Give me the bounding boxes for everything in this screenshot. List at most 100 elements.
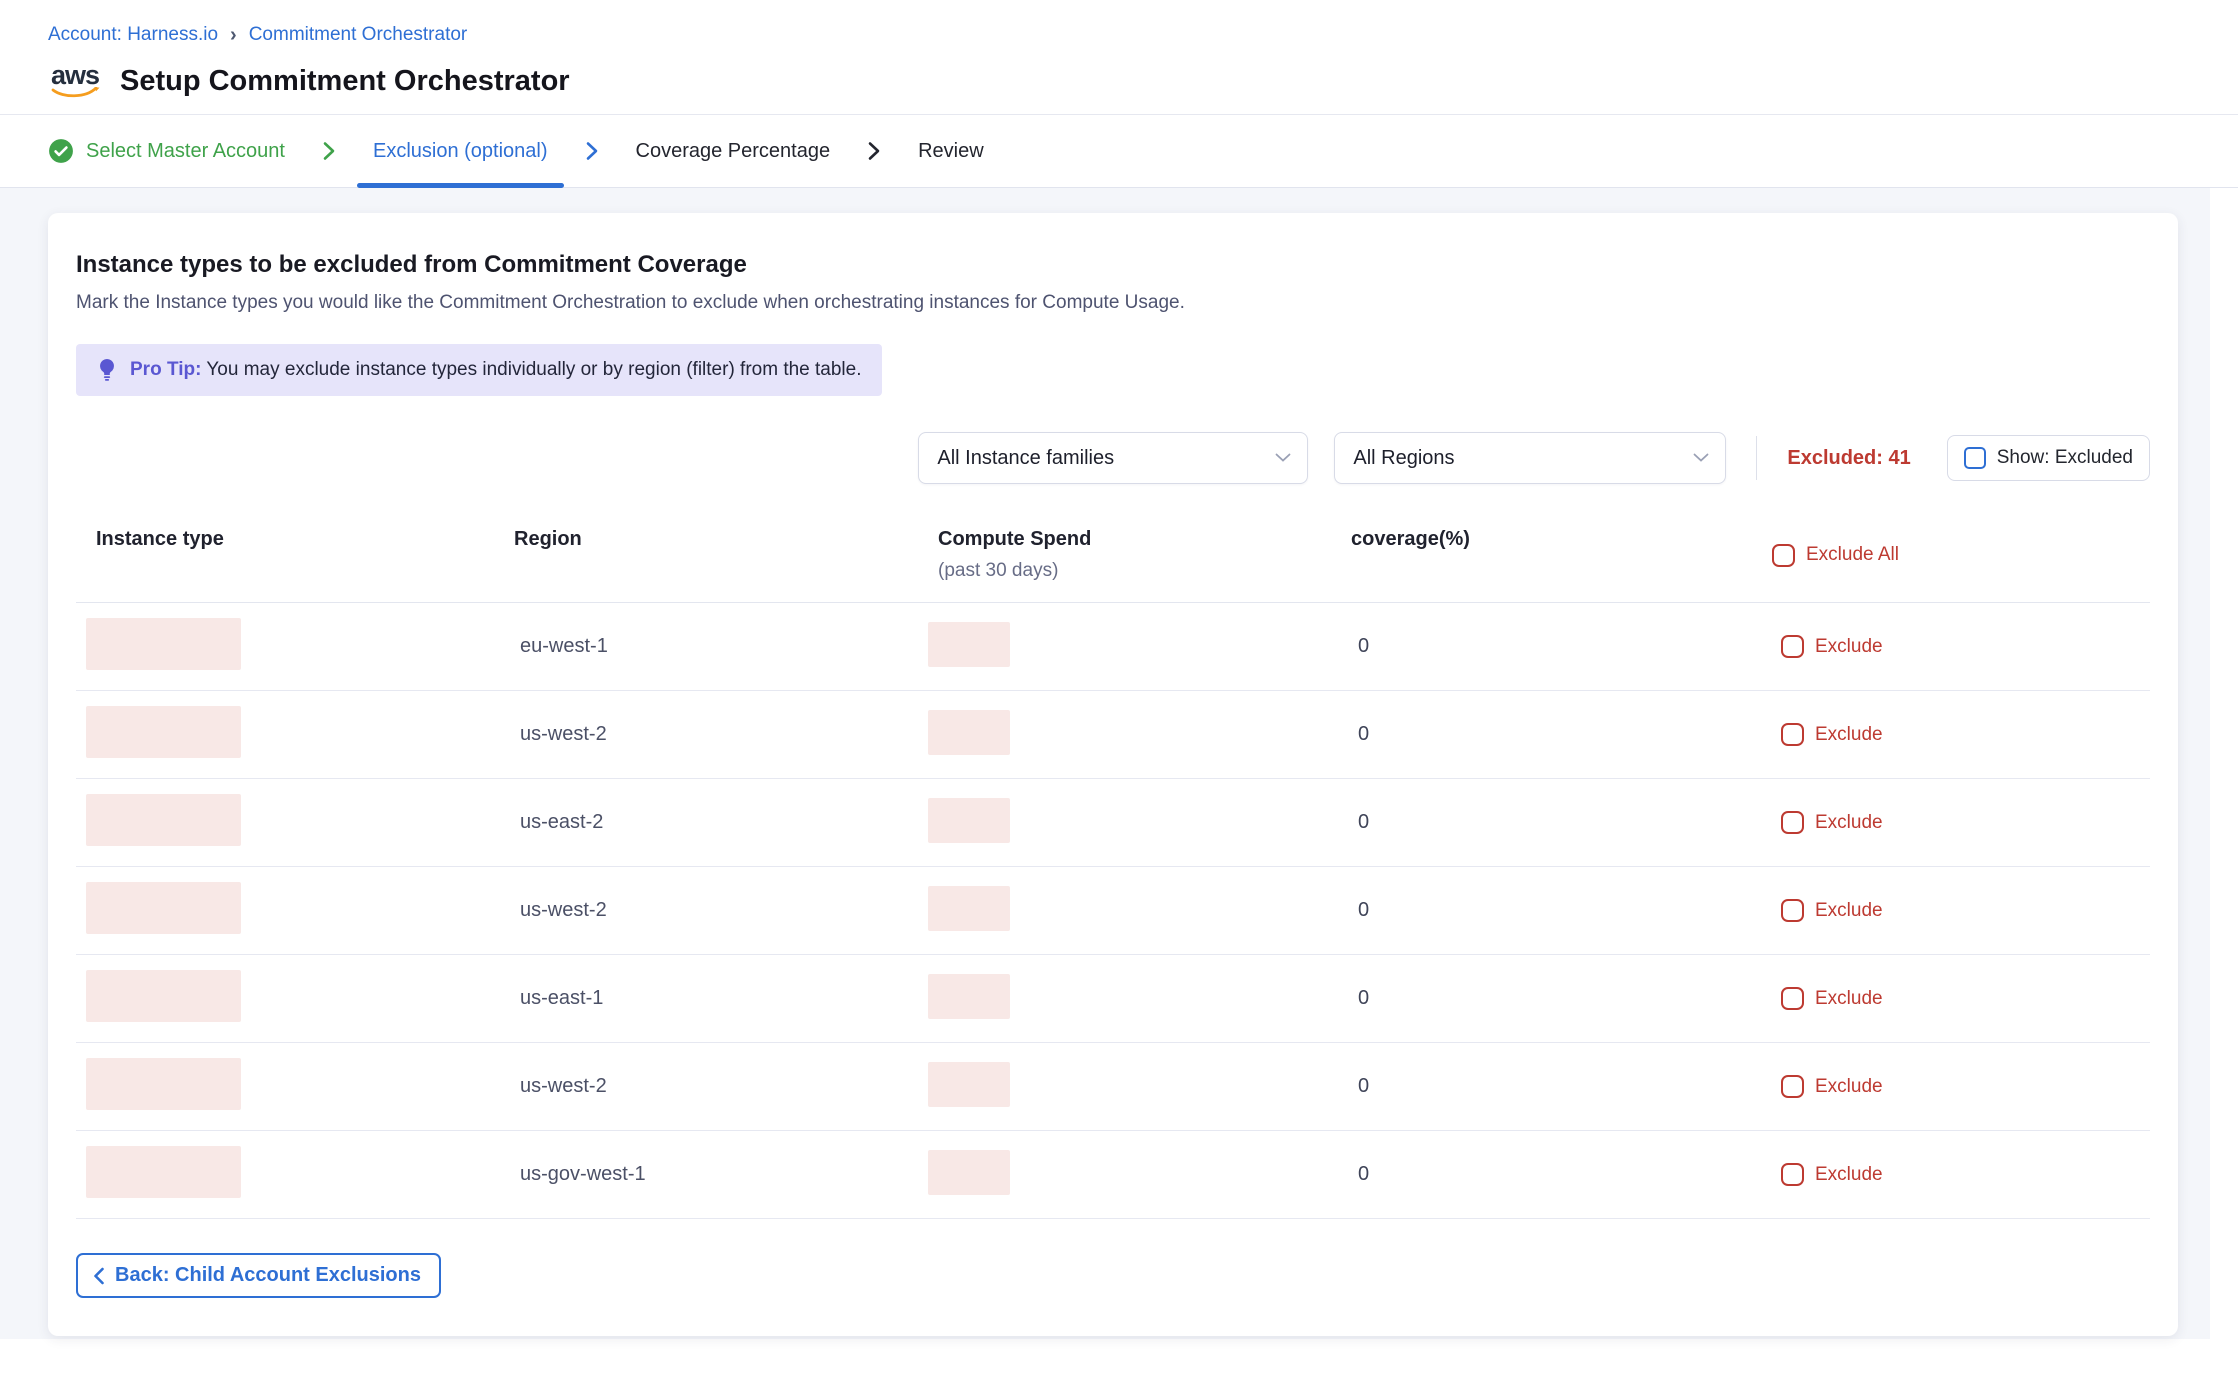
stepper-step[interactable]: Select Master Account — [48, 115, 285, 187]
exclude-checkbox[interactable] — [1781, 723, 1804, 746]
show-excluded-label: Show: Excluded — [1997, 447, 2133, 469]
masked-compute-spend — [928, 798, 1010, 843]
chevron-right-icon — [582, 139, 602, 163]
masked-compute-spend — [928, 886, 1010, 931]
stepper-step[interactable]: Review — [918, 115, 984, 187]
chevron-down-icon — [1693, 453, 1709, 463]
chevron-left-icon — [91, 1266, 106, 1286]
table-header: Instance type Region Compute Spend (past… — [76, 528, 2150, 603]
masked-instance-type — [86, 1146, 241, 1198]
masked-instance-type — [86, 1058, 241, 1110]
card-subheading: Mark the Instance types you would like t… — [76, 292, 2150, 314]
col-compute-spend-sub: (past 30 days) — [938, 560, 1331, 582]
exclude-label[interactable]: Exclude — [1815, 812, 1883, 834]
exclude-checkbox[interactable] — [1781, 987, 1804, 1010]
breadcrumb-account-link[interactable]: Account: Harness.io — [48, 24, 218, 46]
col-exclude-all: Exclude All — [1753, 528, 2150, 582]
table-body: eu-west-1 0 Exclude us-west-2 0 Exclude … — [76, 603, 2150, 1219]
stepper-step-label: Select Master Account — [86, 140, 285, 163]
table-row: us-gov-west-1 0 Exclude — [76, 1131, 2150, 1219]
regions-select[interactable]: All Regions — [1334, 432, 1726, 484]
exclude-checkbox[interactable] — [1781, 811, 1804, 834]
masked-compute-spend — [928, 974, 1010, 1019]
stepper-step-label: Coverage Percentage — [636, 140, 831, 163]
col-region: Region — [494, 528, 918, 582]
breadcrumb-separator-icon: › — [230, 25, 237, 45]
show-excluded-toggle[interactable]: Show: Excluded — [1947, 435, 2150, 481]
chevron-down-icon — [1275, 453, 1291, 463]
region-value: us-west-2 — [494, 723, 607, 745]
show-excluded-checkbox[interactable] — [1964, 447, 1986, 469]
stepper-step[interactable]: Exclusion (optional) — [373, 115, 548, 187]
region-value: us-west-2 — [494, 1075, 607, 1097]
region-value: us-west-2 — [494, 899, 607, 921]
exclude-label[interactable]: Exclude — [1815, 1076, 1883, 1098]
coverage-value: 0 — [1331, 723, 1369, 745]
pro-tip-banner: Pro Tip: You may exclude instance types … — [76, 344, 882, 396]
title-row: aws Setup Commitment Orchestrator — [48, 58, 2238, 104]
col-instance-type: Instance type — [76, 528, 494, 582]
exclude-checkbox[interactable] — [1781, 635, 1804, 658]
exclude-label[interactable]: Exclude — [1815, 724, 1883, 746]
coverage-value: 0 — [1331, 1163, 1369, 1185]
excluded-count: Excluded: 41 — [1787, 447, 1910, 470]
masked-instance-type — [86, 882, 241, 934]
table-row: us-west-2 0 Exclude — [76, 867, 2150, 955]
exclude-checkbox[interactable] — [1781, 1163, 1804, 1186]
content-panel: Instance types to be excluded from Commi… — [0, 188, 2210, 1339]
coverage-value: 0 — [1331, 811, 1369, 833]
exclude-label[interactable]: Exclude — [1815, 636, 1883, 658]
pro-tip-text: You may exclude instance types individua… — [206, 359, 861, 380]
exclude-checkbox[interactable] — [1781, 899, 1804, 922]
exclude-label[interactable]: Exclude — [1815, 988, 1883, 1010]
col-coverage: coverage(%) — [1331, 528, 1753, 582]
exclude-label[interactable]: Exclude — [1815, 1164, 1883, 1186]
instance-families-value: All Instance families — [937, 447, 1114, 470]
aws-smile-icon — [50, 87, 100, 101]
masked-instance-type — [86, 706, 241, 758]
region-value: us-east-1 — [494, 987, 603, 1009]
masked-compute-spend — [928, 622, 1010, 667]
coverage-value: 0 — [1331, 635, 1369, 657]
coverage-value: 0 — [1331, 987, 1369, 1009]
region-value: eu-west-1 — [494, 635, 608, 657]
table-row: us-west-2 0 Exclude — [76, 691, 2150, 779]
stepper-step[interactable]: Coverage Percentage — [636, 115, 831, 187]
back-button[interactable]: Back: Child Account Exclusions — [76, 1253, 441, 1298]
card-heading: Instance types to be excluded from Commi… — [76, 251, 2150, 279]
chevron-right-icon — [864, 139, 884, 163]
masked-compute-spend — [928, 710, 1010, 755]
exclude-all-label[interactable]: Exclude All — [1806, 544, 1899, 566]
exclude-all-checkbox[interactable] — [1772, 544, 1795, 567]
vertical-divider — [1756, 436, 1757, 480]
aws-logo: aws — [48, 63, 102, 101]
aws-logo-text: aws — [51, 63, 99, 87]
regions-value: All Regions — [1353, 447, 1454, 470]
table-row: us-east-2 0 Exclude — [76, 779, 2150, 867]
page-title: Setup Commitment Orchestrator — [120, 65, 570, 98]
region-value: us-east-2 — [494, 811, 603, 833]
table-row: eu-west-1 0 Exclude — [76, 603, 2150, 691]
masked-instance-type — [86, 794, 241, 846]
col-compute-spend: Compute Spend (past 30 days) — [918, 528, 1331, 582]
masked-compute-spend — [928, 1150, 1010, 1195]
stepper-step-label: Exclusion (optional) — [373, 140, 548, 163]
instance-families-select[interactable]: All Instance families — [918, 432, 1308, 484]
masked-instance-type — [86, 970, 241, 1022]
exclusions-card: Instance types to be excluded from Commi… — [48, 213, 2178, 1336]
page: Account: Harness.io › Commitment Orchest… — [0, 0, 2238, 1374]
page-header: Account: Harness.io › Commitment Orchest… — [0, 0, 2238, 104]
exclude-checkbox[interactable] — [1781, 1075, 1804, 1098]
table-row: us-east-1 0 Exclude — [76, 955, 2150, 1043]
region-value: us-gov-west-1 — [494, 1163, 646, 1185]
exclude-label[interactable]: Exclude — [1815, 900, 1883, 922]
table-row: us-west-2 0 Exclude — [76, 1043, 2150, 1131]
pro-tip-label: Pro Tip: — [130, 359, 201, 380]
breadcrumb-current-link[interactable]: Commitment Orchestrator — [249, 24, 468, 46]
masked-instance-type — [86, 618, 241, 670]
back-button-label: Back: Child Account Exclusions — [115, 1264, 421, 1287]
breadcrumb: Account: Harness.io › Commitment Orchest… — [48, 24, 2238, 46]
stepper-step-label: Review — [918, 140, 984, 163]
stepper: Select Master Account Exclusion (optiona… — [0, 114, 2238, 188]
exclusions-table: Instance type Region Compute Spend (past… — [76, 528, 2150, 1219]
